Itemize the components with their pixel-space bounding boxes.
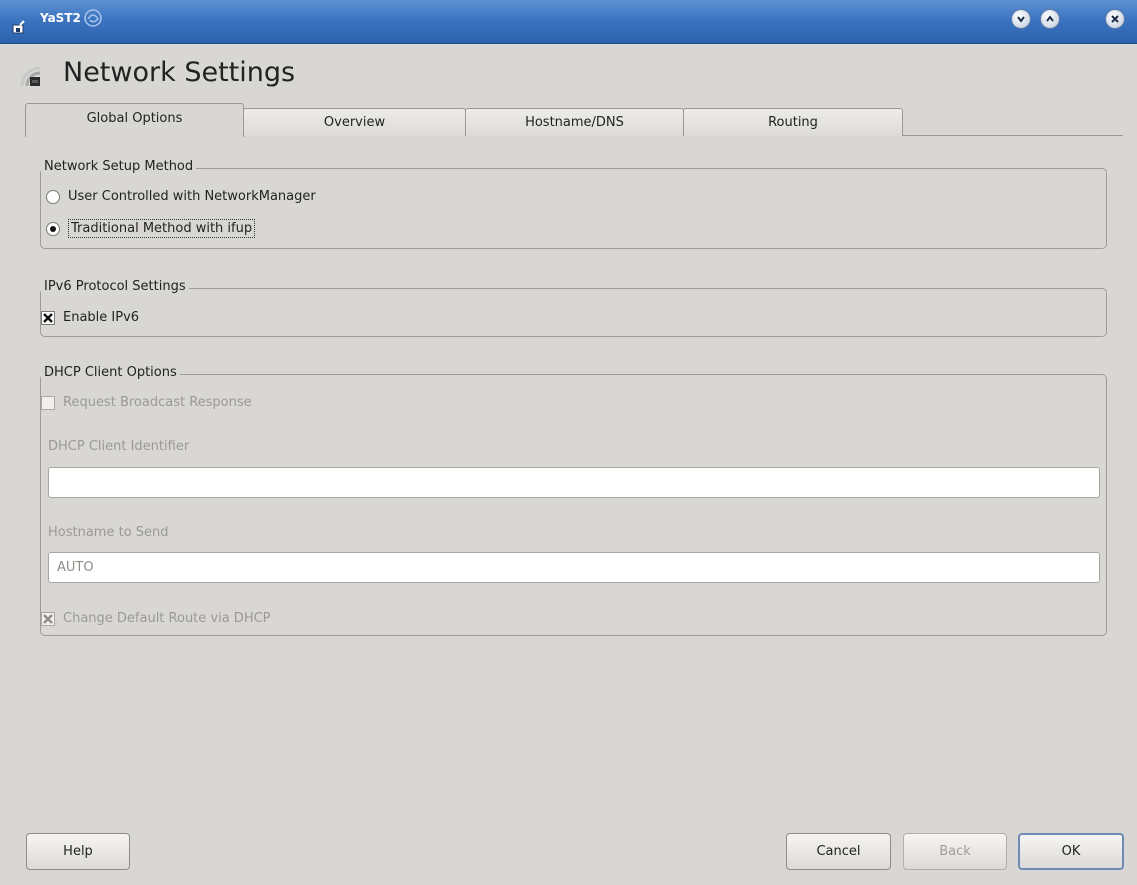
maximize-button[interactable] (1040, 9, 1060, 29)
back-button[interactable]: Back (903, 833, 1007, 870)
window-title: YaST2 (40, 11, 81, 25)
dhcp-client-identifier-input[interactable] (48, 467, 1100, 498)
tab-label: Routing (768, 115, 818, 130)
page-title: Network Settings (63, 57, 296, 88)
checkbox[interactable] (41, 611, 55, 626)
dhcp-client-identifier-label: DHCP Client Identifier (48, 439, 190, 454)
check-x-icon (43, 613, 53, 624)
enable-ipv6-checkbox[interactable]: Enable IPv6 (41, 310, 139, 325)
close-icon (1111, 15, 1119, 23)
window-titlebar[interactable]: YaST2 (0, 0, 1137, 44)
tab-label: Overview (323, 115, 386, 130)
radio-networkmanager[interactable]: User Controlled with NetworkManager (46, 189, 316, 204)
tab-label: Global Options (86, 111, 183, 126)
ipv6-settings-title: IPv6 Protocol Settings (41, 279, 189, 294)
app-menu-icon[interactable] (12, 20, 26, 34)
radio-label: User Controlled with NetworkManager (68, 189, 316, 204)
dhcp-client-options-group (40, 374, 1107, 636)
checkbox[interactable] (41, 310, 55, 325)
dhcp-client-options-title: DHCP Client Options (41, 365, 180, 380)
checkbox[interactable] (41, 395, 55, 410)
tab-routing[interactable]: Routing (683, 108, 903, 136)
chevron-down-icon (1017, 16, 1025, 23)
checkbox-label: Change Default Route via DHCP (63, 611, 271, 626)
hostname-to-send-input[interactable]: AUTO (48, 552, 1100, 583)
checkbox-label: Request Broadcast Response (63, 395, 252, 410)
yast-logo-icon (84, 9, 102, 27)
radio-button[interactable] (46, 221, 60, 236)
request-broadcast-checkbox[interactable]: Request Broadcast Response (41, 395, 252, 410)
radio-ifup[interactable]: Traditional Method with ifup (46, 219, 256, 238)
radio-label: Traditional Method with ifup (68, 219, 256, 238)
ipv6-settings-group (40, 288, 1107, 337)
tab-overview[interactable]: Overview (243, 108, 466, 136)
network-icon (20, 66, 41, 87)
tab-label: Hostname/DNS (525, 115, 624, 130)
change-default-route-checkbox[interactable]: Change Default Route via DHCP (41, 611, 271, 626)
cancel-button[interactable]: Cancel (786, 833, 891, 870)
tab-global-options[interactable]: Global Options (25, 103, 244, 137)
radio-button[interactable] (46, 189, 60, 204)
minimize-button[interactable] (1011, 9, 1031, 29)
ok-button[interactable]: OK (1018, 833, 1124, 870)
chevron-up-icon (1046, 15, 1054, 22)
close-button[interactable] (1105, 9, 1125, 29)
network-setup-method-title: Network Setup Method (41, 159, 197, 174)
checkbox-label: Enable IPv6 (63, 310, 140, 325)
check-x-icon (43, 312, 53, 323)
tab-hostname-dns[interactable]: Hostname/DNS (465, 108, 684, 136)
hostname-to-send-label: Hostname to Send (48, 525, 169, 540)
help-button[interactable]: Help (26, 833, 130, 870)
